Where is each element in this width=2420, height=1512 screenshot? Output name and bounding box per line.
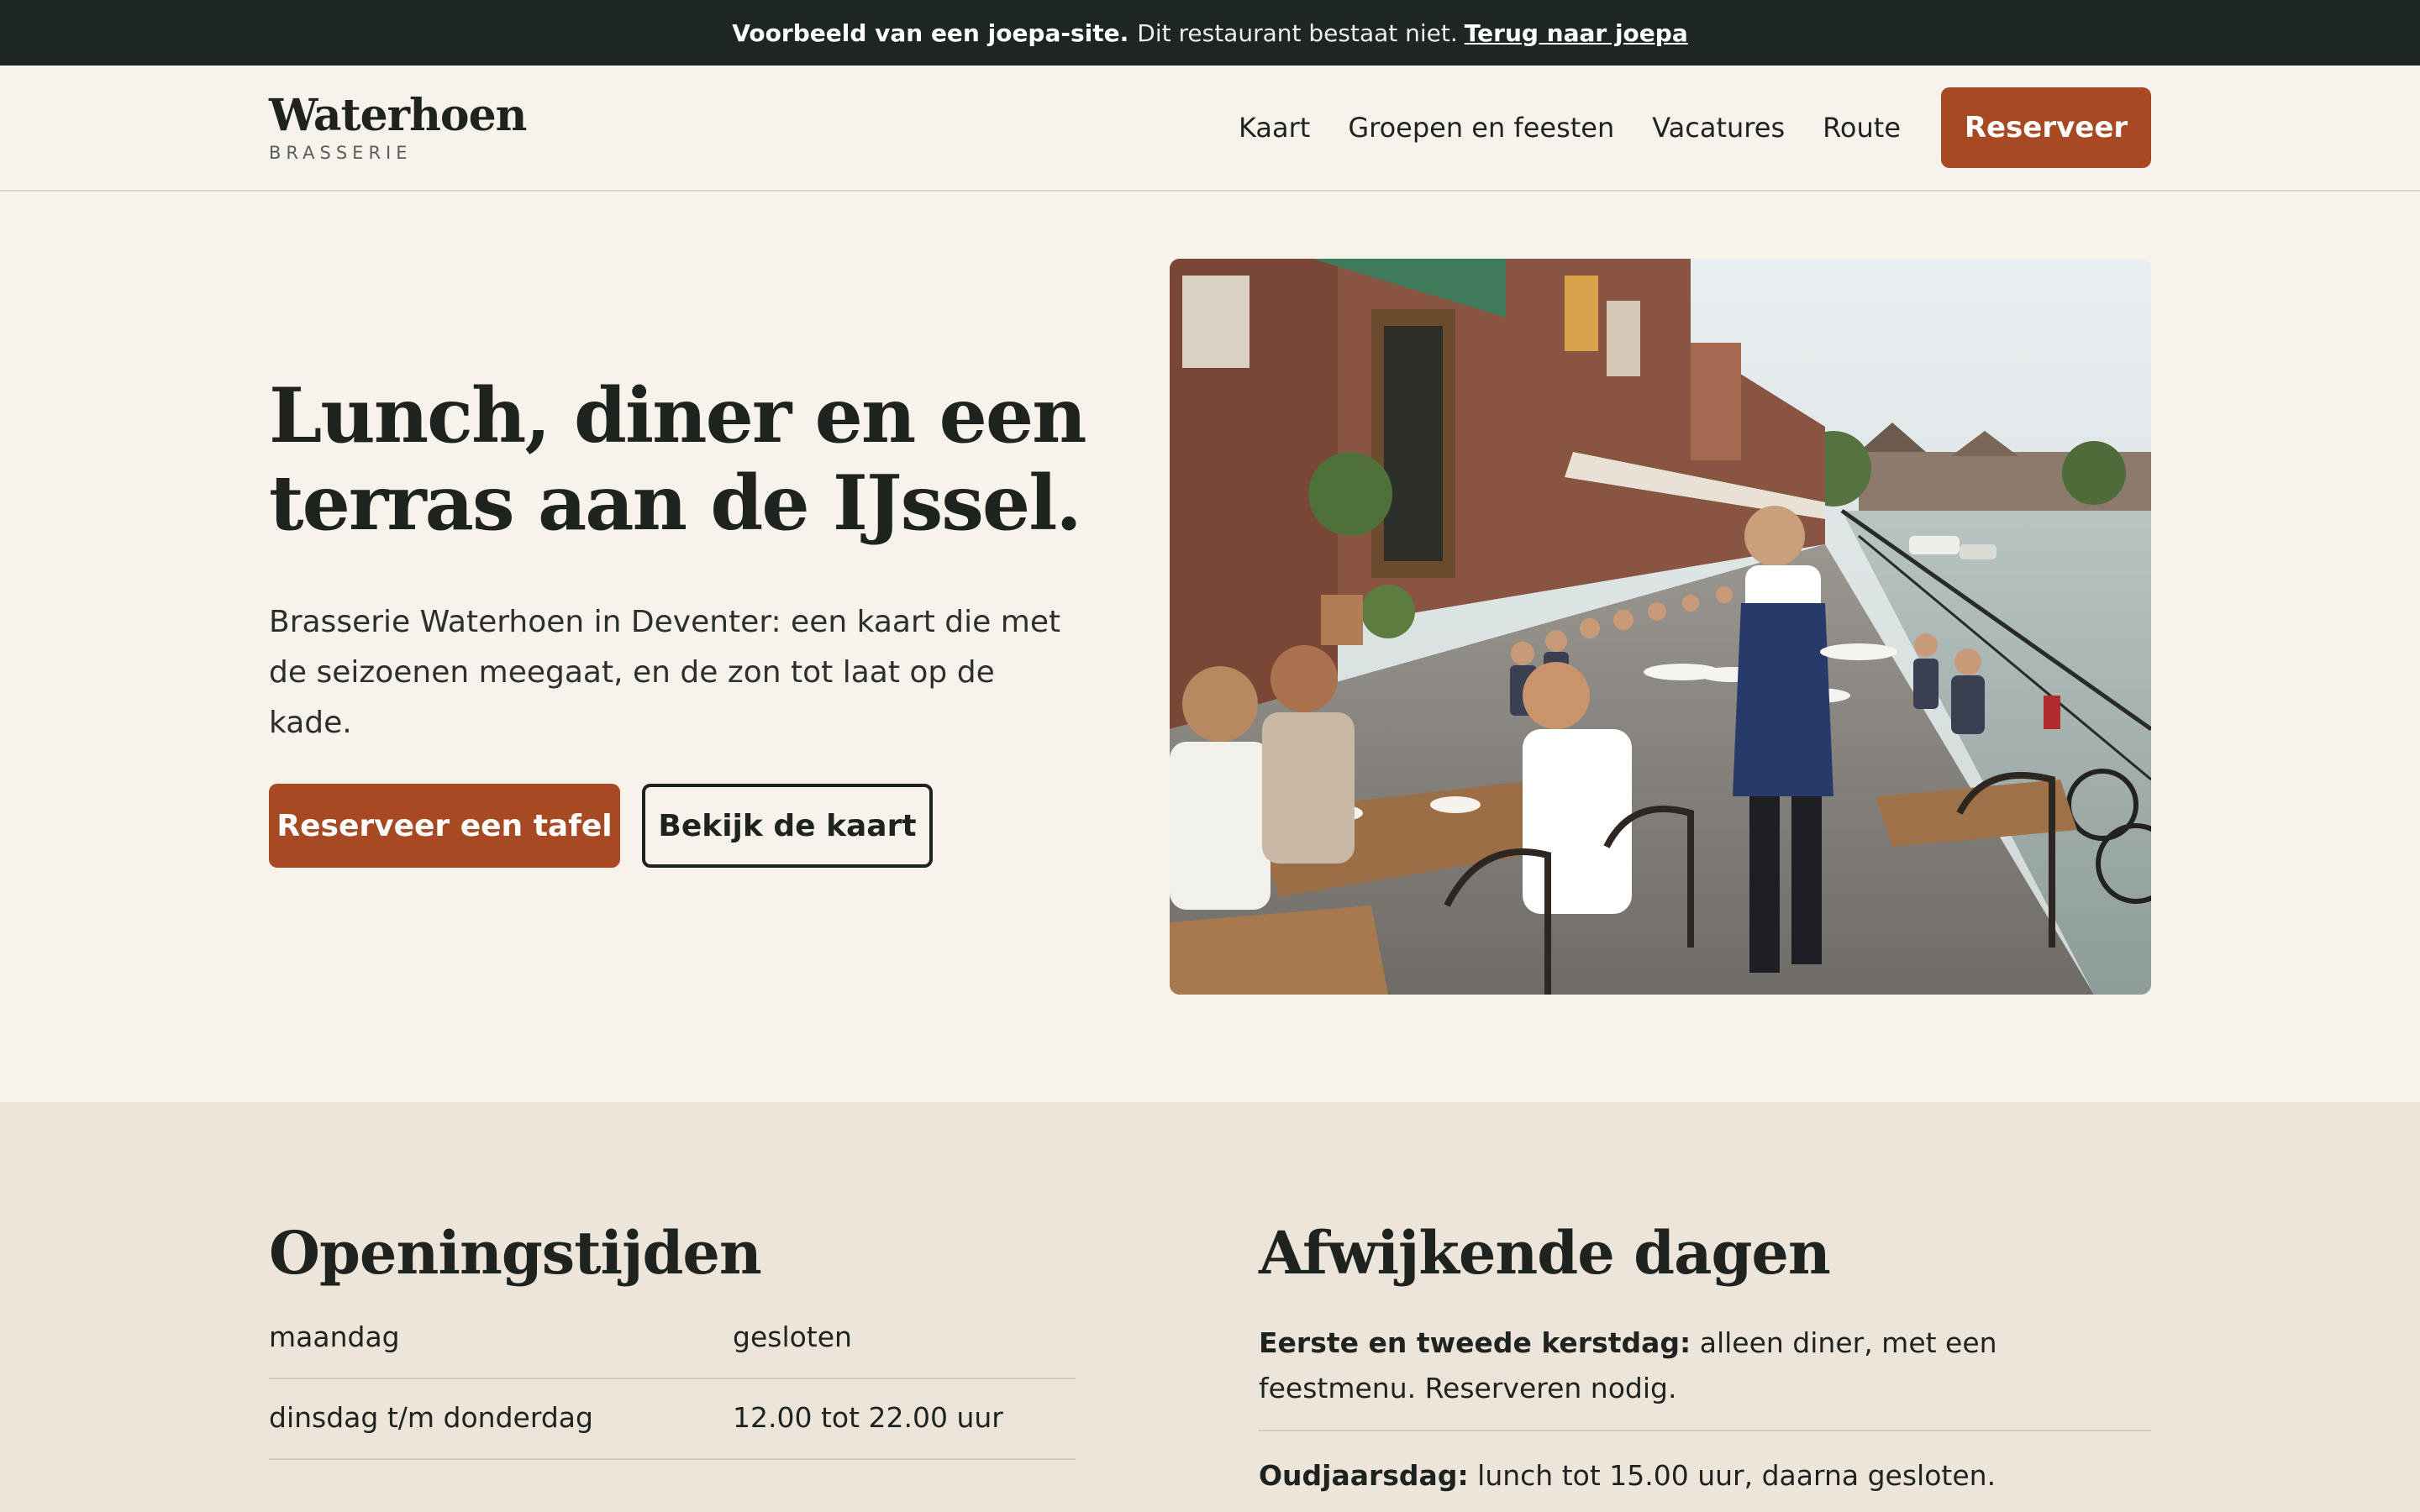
nav-item-groepen[interactable]: Groepen en feesten <box>1348 112 1614 144</box>
hours-row: maandag gesloten <box>269 1320 1076 1379</box>
info-section: Openingstijden maandag gesloten dinsdag … <box>0 1102 2420 1512</box>
nav-item-vacatures[interactable]: Vacatures <box>1652 112 1785 144</box>
hero-content: Lunch, diner en een terras aan de IJssel… <box>269 259 1109 1102</box>
hero-title-line1: Lunch, diner en een <box>269 371 1087 460</box>
nav-item-kaart[interactable]: Kaart <box>1239 112 1310 144</box>
special-days: Afwijkende dagen Eerste en tweede kerstd… <box>1259 1220 2151 1512</box>
nav-item-route[interactable]: Route <box>1823 112 1901 144</box>
special-day-item: Oudjaarsdag: lunch tot 15.00 uur, daarna… <box>1259 1453 2151 1512</box>
back-to-joepa-link[interactable]: Terug naar joepa <box>1465 19 1688 47</box>
hero-text: Brasserie Waterhoen in Deventer: een kaa… <box>269 605 1061 740</box>
hero-title: Lunch, diner en een terras aan de IJssel… <box>269 372 1109 547</box>
hours-day: dinsdag t/m donderdag <box>269 1401 593 1434</box>
demo-banner: Voorbeeld van een joepa-site. Dit restau… <box>0 0 2420 66</box>
banner-message: Dit restaurant bestaat niet. <box>1137 18 1458 47</box>
reserve-table-button[interactable]: Reserveer een tafel <box>269 784 620 868</box>
special-day-item: Eerste en tweede kerstdag: alleen diner,… <box>1259 1320 2151 1431</box>
view-menu-button[interactable]: Bekijk de kaart <box>642 784 933 868</box>
reserve-button[interactable]: Reserveer <box>1941 87 2151 168</box>
hero-image-terrace <box>1170 259 2151 995</box>
hero-buttons: Reserveer een tafel Bekijk de kaart <box>269 784 1109 868</box>
special-day-label: Eerste en tweede kerstdag: <box>1259 1326 1691 1359</box>
hours-row: dinsdag t/m donderdag 12.00 tot 22.00 uu… <box>269 1401 1076 1460</box>
special-day-text: lunch tot 15.00 uur, daarna gesloten. <box>1477 1459 1996 1492</box>
main-nav: Kaart Groepen en feesten Vacatures Route… <box>1201 87 2151 168</box>
hero-title-line2: terras aan de IJssel. <box>269 459 1082 548</box>
opening-hours-title: Openingstijden <box>269 1218 762 1288</box>
opening-hours: Openingstijden maandag gesloten dinsdag … <box>269 1220 1076 1512</box>
hours-time: 12.00 tot 22.00 uur <box>733 1401 1003 1434</box>
logo[interactable]: Waterhoen BRASSERIE <box>269 90 527 164</box>
hours-time: gesloten <box>733 1320 852 1353</box>
site-header: Waterhoen BRASSERIE Kaart Groepen en fee… <box>0 66 2420 192</box>
logo-name: Waterhoen <box>269 90 527 141</box>
logo-subtitle: BRASSERIE <box>269 143 413 163</box>
hours-day: maandag <box>269 1320 400 1353</box>
hero-section: Lunch, diner en een terras aan de IJssel… <box>0 192 2420 1102</box>
special-day-label: Oudjaarsdag: <box>1259 1459 1469 1492</box>
banner-bold-text: Voorbeeld van een joepa-site. <box>732 18 1129 47</box>
special-days-title: Afwijkende dagen <box>1259 1218 1831 1288</box>
